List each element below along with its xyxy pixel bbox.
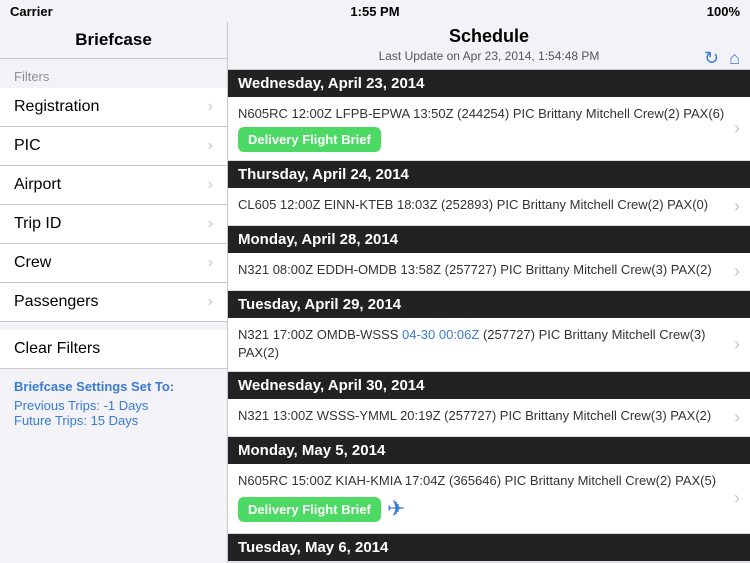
schedule-header: Schedule Last Update on Apr 23, 2014, 1:… xyxy=(228,22,750,70)
chevron-right-icon: › xyxy=(208,176,213,194)
flight-row-apr29[interactable]: N321 17:00Z OMDB-WSSS 04-30 00:06Z (2577… xyxy=(228,318,750,371)
chevron-right-icon: › xyxy=(208,293,213,311)
day-header-apr30: Wednesday, April 30, 2014 xyxy=(228,372,750,399)
last-update-label: Last Update on Apr 23, 2014, 1:54:48 PM xyxy=(228,49,750,63)
sidebar-item-pic[interactable]: PIC › xyxy=(0,127,227,166)
delivery-flight-brief-button-may5[interactable]: Delivery Flight Brief xyxy=(238,497,381,522)
chevron-right-icon: › xyxy=(734,261,740,282)
day-header-apr28: Monday, April 28, 2014 xyxy=(228,226,750,253)
day-header-apr23: Wednesday, April 23, 2014 xyxy=(228,70,750,97)
flight-row-apr23[interactable]: N605RC 12:00Z LFPB-EPWA 13:50Z (244254) … xyxy=(228,97,750,161)
chevron-right-icon: › xyxy=(734,118,740,139)
settings-title: Briefcase Settings Set To: xyxy=(14,379,213,394)
schedule-title: Schedule xyxy=(228,26,750,47)
sidebar-item-airport[interactable]: Airport › xyxy=(0,166,227,205)
chevron-right-icon: › xyxy=(734,334,740,355)
battery-label: 100% xyxy=(707,4,740,19)
flight-row-apr28[interactable]: N321 08:00Z EDDH-OMDB 13:58Z (257727) PI… xyxy=(228,253,750,291)
sidebar-item-trip-id-label: Trip ID xyxy=(14,215,61,233)
time-label: 1:55 PM xyxy=(350,4,399,19)
chevron-right-icon: › xyxy=(208,137,213,155)
flight-info-apr29: N321 17:00Z OMDB-WSSS 04-30 00:06Z (2577… xyxy=(238,326,730,362)
flight-info-apr23: N605RC 12:00Z LFPB-EPWA 13:50Z (244254) … xyxy=(238,105,730,152)
flight-row-apr30[interactable]: N321 13:00Z WSSS-YMML 20:19Z (257727) PI… xyxy=(228,399,750,437)
refresh-button[interactable]: ↻ xyxy=(704,48,719,69)
sidebar-item-passengers-label: Passengers xyxy=(14,293,99,311)
settings-line2: Future Trips: 15 Days xyxy=(14,413,213,428)
flight-info-apr30: N321 13:00Z WSSS-YMML 20:19Z (257727) PI… xyxy=(238,407,730,425)
sidebar-item-crew-label: Crew xyxy=(14,254,51,272)
briefcase-settings: Briefcase Settings Set To: Previous Trip… xyxy=(0,369,227,438)
chevron-right-icon: › xyxy=(208,215,213,233)
chevron-right-icon: › xyxy=(208,98,213,116)
flight-info-may5: N605RC 15:00Z KIAH-KMIA 17:04Z (365646) … xyxy=(238,472,730,525)
sidebar-item-pic-label: PIC xyxy=(14,137,41,155)
sidebar-item-passengers[interactable]: Passengers › xyxy=(0,283,227,322)
right-panel: Schedule Last Update on Apr 23, 2014, 1:… xyxy=(228,22,750,563)
sidebar: Briefcase Filters Registration › PIC › A… xyxy=(0,22,228,563)
sidebar-title: Briefcase xyxy=(0,22,227,59)
sidebar-item-registration[interactable]: Registration › xyxy=(0,88,227,127)
flight-info-apr24: CL605 12:00Z EINN-KTEB 18:03Z (252893) P… xyxy=(238,196,730,214)
sidebar-item-airport-label: Airport xyxy=(14,176,61,194)
flight-row-apr24[interactable]: CL605 12:00Z EINN-KTEB 18:03Z (252893) P… xyxy=(228,188,750,226)
day-header-may6: Tuesday, May 6, 2014 xyxy=(228,534,750,561)
plane-icon: ✈ xyxy=(387,494,405,525)
flight-row-may5[interactable]: N605RC 15:00Z KIAH-KMIA 17:04Z (365646) … xyxy=(228,464,750,534)
chevron-right-icon: › xyxy=(734,196,740,217)
home-button[interactable]: ⌂ xyxy=(729,48,740,69)
delivery-flight-brief-button-apr23[interactable]: Delivery Flight Brief xyxy=(238,127,381,152)
carrier-label: Carrier xyxy=(10,4,53,19)
day-header-may5: Monday, May 5, 2014 xyxy=(228,437,750,464)
sidebar-item-trip-id[interactable]: Trip ID › xyxy=(0,205,227,244)
day-header-apr24: Thursday, April 24, 2014 xyxy=(228,161,750,188)
chevron-right-icon: › xyxy=(208,254,213,272)
clear-filters-button[interactable]: Clear Filters xyxy=(0,330,227,369)
sidebar-item-crew[interactable]: Crew › xyxy=(0,244,227,283)
highlight-time-apr29: 04-30 00:06Z xyxy=(402,327,479,342)
chevron-right-icon: › xyxy=(734,488,740,509)
flight-info-prefix-apr29: N321 17:00Z OMDB-WSSS xyxy=(238,327,402,342)
flight-info-apr28: N321 08:00Z EDDH-OMDB 13:58Z (257727) PI… xyxy=(238,261,730,279)
filters-label: Filters xyxy=(0,59,227,88)
day-header-apr29: Tuesday, April 29, 2014 xyxy=(228,291,750,318)
sidebar-item-registration-label: Registration xyxy=(14,98,99,116)
settings-line1: Previous Trips: -1 Days xyxy=(14,398,213,413)
chevron-right-icon: › xyxy=(734,407,740,428)
schedule-content: Wednesday, April 23, 2014 N605RC 12:00Z … xyxy=(228,70,750,563)
